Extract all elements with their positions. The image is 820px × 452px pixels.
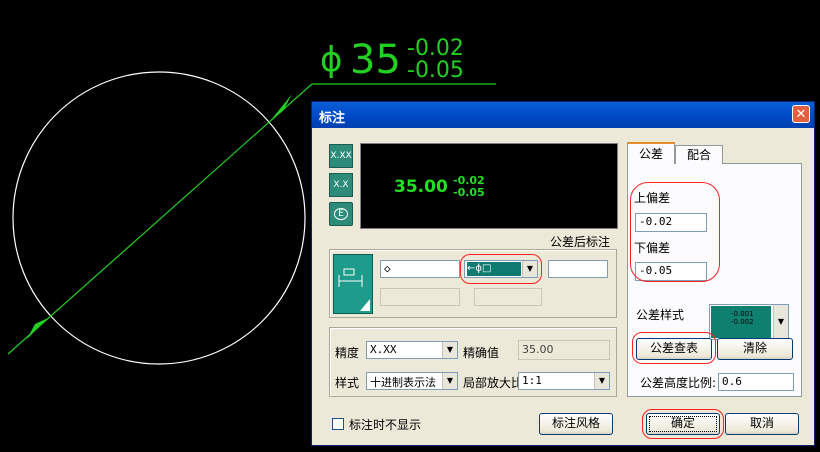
dim-style-button[interactable]: 标注风格: [539, 413, 613, 435]
envelope-e-icon[interactable]: E: [329, 202, 353, 226]
close-icon[interactable]: ✕: [792, 105, 810, 123]
symbol-picker-icon[interactable]: [333, 254, 373, 314]
annotation-deviations: [630, 182, 720, 282]
drawn-circle: [12, 71, 306, 365]
scale-value: 1:1: [522, 374, 542, 387]
tol-style-label: 公差样式: [636, 308, 685, 322]
preview-value: 35.00: [394, 177, 448, 197]
precision-label: 精度: [335, 346, 360, 360]
hide-checkbox[interactable]: [332, 418, 344, 430]
tol-style-combo[interactable]: -0.001 -0.002 ▼: [709, 304, 789, 340]
tab-fit[interactable]: 配合: [675, 145, 723, 164]
preview-lower: -0.05: [453, 186, 485, 199]
dimension-line: [7, 83, 313, 355]
title-bar[interactable]: 标注 ✕: [312, 102, 814, 128]
tab-tolerance[interactable]: 公差: [627, 142, 675, 164]
exact-input: 35.00: [518, 340, 610, 360]
tol-style-preview: -0.001 -0.002: [711, 306, 771, 338]
style-combo[interactable]: 十进制表示法 ▼: [366, 372, 458, 390]
preview-panel: 35.00 -0.02 -0.05: [360, 143, 618, 229]
precision-value: X.XX: [370, 343, 397, 356]
cancel-button[interactable]: 取消: [725, 413, 799, 435]
style-label: 样式: [335, 376, 360, 390]
annotation-lookup: [632, 332, 716, 364]
tol-style-sample-top: -0.001: [731, 310, 754, 318]
exact-label: 精确值: [463, 346, 500, 360]
chevron-down-icon[interactable]: ▼: [773, 305, 788, 339]
format-xxx-icon[interactable]: X.XX: [329, 144, 353, 168]
symbol-input[interactable]: ◇: [380, 260, 460, 278]
hide-checkbox-label: 标注时不显示: [349, 418, 422, 432]
chevron-down-icon[interactable]: ▼: [442, 373, 457, 389]
height-ratio-input[interactable]: 0.6: [718, 373, 794, 391]
format-xx-icon[interactable]: X.X: [329, 173, 353, 197]
dimension-lower-tol: -0.05: [407, 58, 464, 83]
dialog-title: 标注: [319, 111, 346, 126]
annotation-ok: [642, 409, 724, 439]
scale-combo[interactable]: 1:1 ▼: [518, 372, 610, 390]
annotation-frame-combo: [460, 254, 542, 284]
clear-button[interactable]: 清除: [717, 338, 793, 360]
arrowhead-lower: [27, 318, 48, 339]
style-value: 十进制表示法: [370, 376, 436, 389]
dimension-value: 35: [350, 37, 401, 83]
dimension-symbol: ϕ: [320, 40, 342, 80]
extra-input[interactable]: [548, 260, 608, 278]
tol-style-sample-bottom: -0.002: [731, 318, 754, 326]
frame-combo-2: [474, 288, 542, 306]
suffix-label: 公差后标注: [550, 235, 611, 249]
precision-combo[interactable]: X.XX ▼: [366, 341, 458, 359]
arrowhead-upper: [271, 94, 292, 120]
chevron-down-icon[interactable]: ▼: [442, 342, 457, 358]
height-ratio-label: 公差高度比例:: [640, 376, 717, 390]
symbol-input-2: [380, 288, 460, 306]
chevron-down-icon[interactable]: ▼: [594, 373, 609, 389]
dimension-dialog: 标注 ✕ X.XX X.X E 35.00 -0.02 -0.05 公差后标注 …: [311, 101, 815, 446]
